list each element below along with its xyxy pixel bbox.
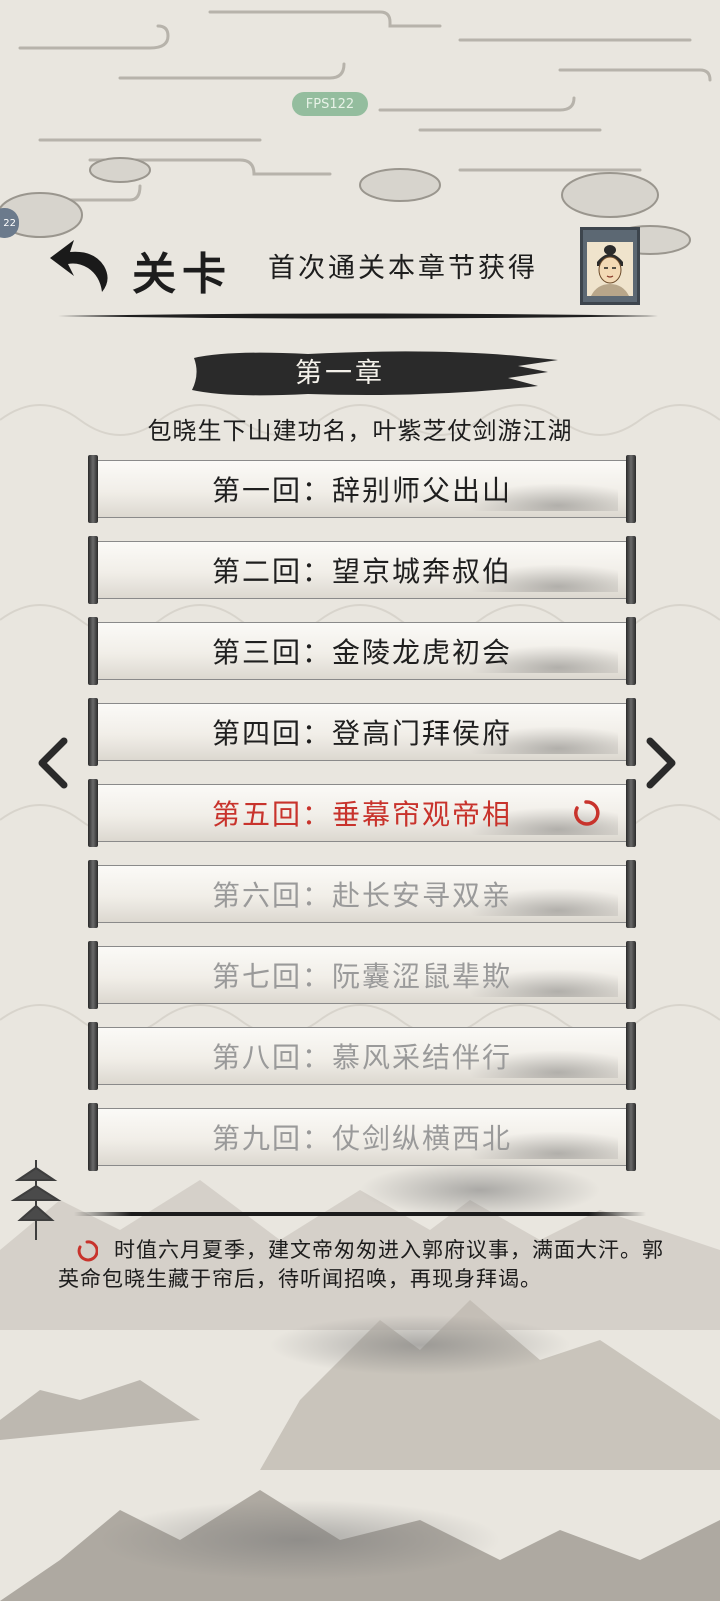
level-label: 第五回：垂幕帘观帝相 xyxy=(211,798,512,831)
level-item-6[interactable]: 第六回：赴长安寻双亲 xyxy=(88,860,636,928)
level-label: 第四回：登高门拜侯府 xyxy=(211,717,512,750)
reward-avatar[interactable] xyxy=(580,227,640,305)
level-label: 第六回：赴长安寻双亲 xyxy=(211,879,512,912)
level-label: 第二回：望京城奔叔伯 xyxy=(211,555,512,588)
page-title: 关卡 xyxy=(132,249,232,300)
next-chapter-arrow-icon[interactable] xyxy=(640,735,680,791)
chapter-title: 第一章 xyxy=(295,358,385,389)
chapter-subtitle: 包晓生下山建功名，叶紫芝仗剑游江湖 xyxy=(147,417,573,445)
avatar-portrait-icon xyxy=(587,242,633,296)
fps-counter: FPS122 xyxy=(292,92,368,116)
level-label: 第八回：慕风采结伴行 xyxy=(211,1041,512,1074)
level-item-5[interactable]: 第五回：垂幕帘观帝相 xyxy=(88,779,636,847)
stage-description: 时值六月夏季，建文帝匆匆进入郭府议事，满面大汗。郭英命包晓生藏于帘后，待听闻招唤… xyxy=(58,1238,664,1291)
level-item-4[interactable]: 第四回：登高门拜侯府 xyxy=(88,698,636,766)
current-level-circle-icon xyxy=(574,800,600,826)
level-label: 第三回：金陵龙虎初会 xyxy=(211,636,512,669)
level-item-9[interactable]: 第九回：仗剑纵横西北 xyxy=(88,1103,636,1171)
description-divider xyxy=(74,1212,646,1216)
level-item-2[interactable]: 第二回：望京城奔叔伯 xyxy=(88,536,636,604)
previous-chapter-arrow-icon[interactable] xyxy=(34,735,74,791)
level-label: 第一回：辞别师父出山 xyxy=(211,474,512,507)
level-item-3[interactable]: 第三回：金陵龙虎初会 xyxy=(88,617,636,685)
back-arrow-icon[interactable] xyxy=(42,236,112,296)
level-item-7[interactable]: 第七回：阮囊涩鼠辈欺 xyxy=(88,941,636,1009)
chapter-reward-text: 首次通关本章节获得 xyxy=(268,253,538,284)
level-label: 第九回：仗剑纵横西北 xyxy=(211,1122,512,1155)
header-divider xyxy=(58,313,658,319)
level-item-1[interactable]: 第一回：辞别师父出山 xyxy=(88,455,636,523)
level-label: 第七回：阮囊涩鼠辈欺 xyxy=(211,960,512,993)
level-list: 第一回：辞别师父出山 第二回：望京城奔叔伯 第三回：金陵龙虎初会 第四回：登高门… xyxy=(88,455,636,1187)
level-item-8[interactable]: 第八回：慕风采结伴行 xyxy=(88,1022,636,1090)
